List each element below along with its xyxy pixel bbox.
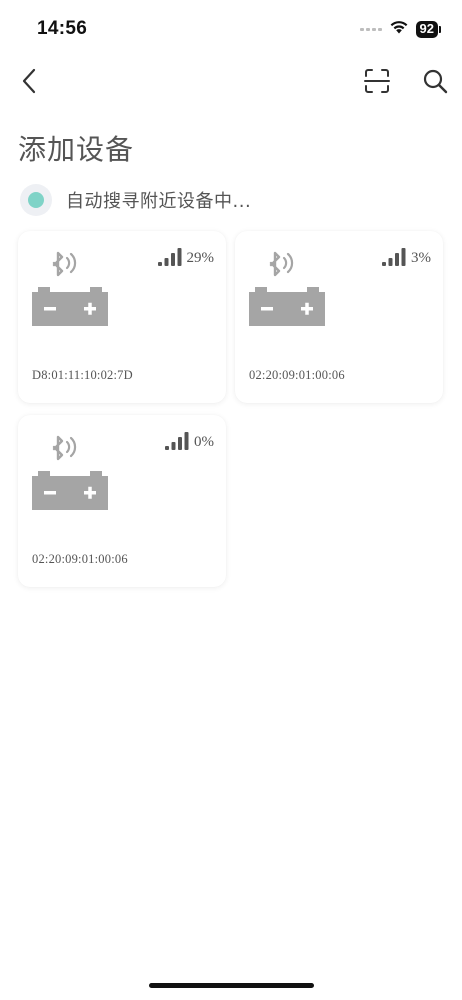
search-status-text: 自动搜寻附近设备中... — [66, 191, 252, 212]
nav-bar — [0, 58, 462, 104]
signal-bars-icon — [382, 248, 406, 266]
status-time: 14:56 — [37, 18, 88, 39]
battery-level: 92 — [419, 21, 434, 36]
cellular-dots-icon — [359, 27, 382, 31]
scan-button[interactable] — [362, 66, 392, 96]
device-card-1[interactable]: 29% D8:01:11:10:02:7D — [18, 231, 226, 403]
status-bar: 14:56 92 — [0, 0, 462, 58]
search-button[interactable] — [420, 66, 450, 96]
signal-strength: 0% — [165, 432, 214, 450]
device-mac: 02:20:09:01:00:06 — [249, 368, 345, 382]
scan-icon — [364, 69, 390, 93]
status-icons: 92 — [359, 19, 442, 39]
signal-percent: 29% — [186, 250, 215, 266]
battery-icon: 92 — [415, 20, 442, 38]
signal-bars-icon — [157, 248, 181, 266]
device-mac: D8:01:11:10:02:7D — [32, 368, 133, 382]
search-icon — [423, 69, 448, 94]
device-card-2[interactable]: 3% 02:20:09:01:00:06 — [235, 231, 443, 403]
searching-indicator-icon — [20, 184, 52, 216]
signal-percent: 0% — [194, 434, 214, 450]
signal-bars-icon — [165, 432, 189, 450]
signal-strength: 3% — [382, 248, 431, 266]
wifi-icon — [389, 19, 409, 39]
device-card-3[interactable]: 0% 02:20:09:01:00:06 — [18, 415, 226, 587]
back-chevron-icon — [22, 68, 36, 94]
back-button[interactable] — [14, 65, 44, 97]
signal-strength: 29% — [157, 248, 215, 266]
add-device-screen: 14:56 92 添加设备 自动搜寻附近设备中... 29% D8:01:11:… — [0, 0, 462, 1000]
search-status: 自动搜寻附近设备中... — [20, 184, 251, 216]
home-indicator[interactable] — [149, 983, 314, 988]
searching-dot — [28, 192, 44, 208]
bluetooth-battery-icon — [32, 435, 108, 510]
bluetooth-battery-icon — [32, 251, 108, 326]
signal-percent: 3% — [411, 250, 431, 266]
page-title: 添加设备 — [18, 133, 135, 166]
device-mac: 02:20:09:01:00:06 — [32, 552, 128, 566]
bluetooth-battery-icon — [249, 251, 325, 326]
